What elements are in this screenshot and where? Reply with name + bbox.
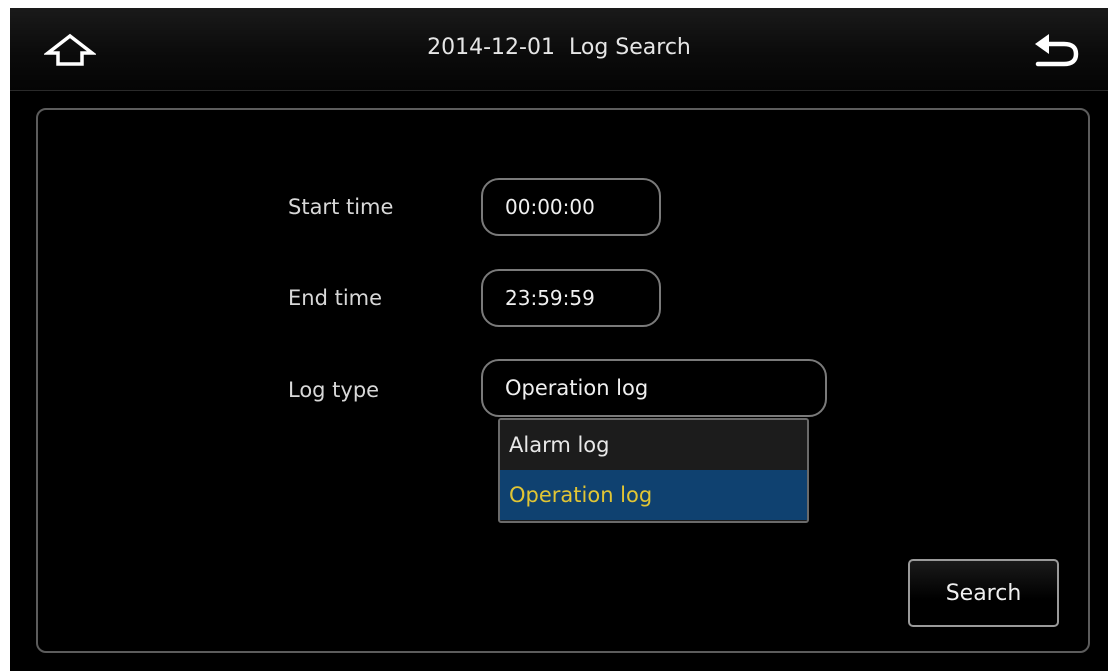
dropdown-option-alarm-log[interactable]: Alarm log: [500, 420, 807, 470]
title-date: 2014-12-01: [427, 35, 555, 60]
back-arrow-icon: [1035, 34, 1079, 67]
search-button[interactable]: Search: [908, 559, 1059, 627]
log-type-select[interactable]: Operation log: [481, 359, 827, 417]
start-time-label: Start time: [288, 195, 394, 219]
log-type-label: Log type: [288, 378, 380, 402]
log-type-dropdown: Alarm log Operation log: [498, 418, 809, 523]
screen: 2014-12-01 Log Search Start time 00:00:0…: [10, 8, 1108, 671]
start-time-field[interactable]: 00:00:00: [481, 178, 661, 236]
dropdown-option-operation-log[interactable]: Operation log: [500, 470, 807, 520]
title-text: Log Search: [568, 35, 691, 60]
end-time-label: End time: [288, 286, 383, 310]
back-button[interactable]: [1032, 31, 1082, 69]
log-type-value: Operation log: [505, 376, 649, 400]
end-time-field[interactable]: 23:59:59: [481, 269, 661, 327]
start-time-value: 00:00:00: [505, 195, 595, 219]
header-bar: 2014-12-01 Log Search: [10, 8, 1108, 91]
end-time-value: 23:59:59: [505, 286, 595, 310]
page-title: 2014-12-01 Log Search: [10, 35, 1108, 60]
